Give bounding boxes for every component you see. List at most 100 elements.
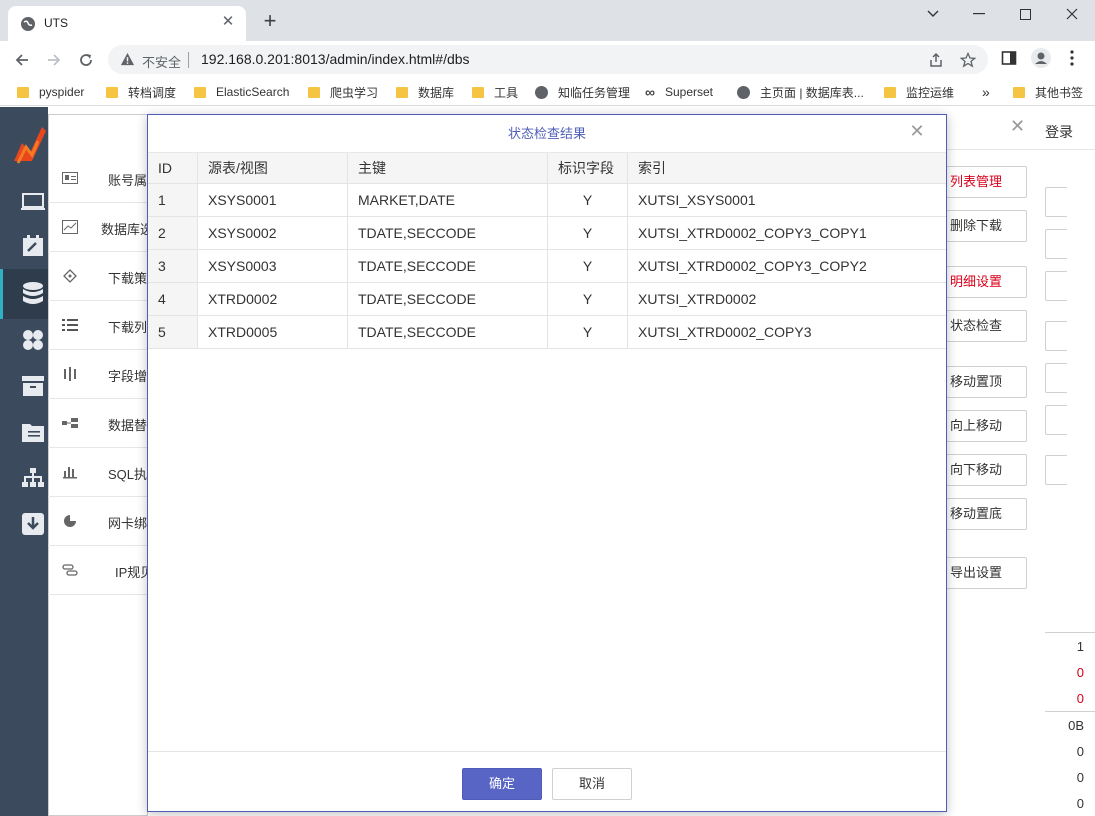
bookmark-task-management[interactable]: 知临任务管理: [535, 83, 630, 101]
tab-search-chevron-icon[interactable]: [910, 0, 956, 28]
bookmark-transfer-scheduling[interactable]: 转档调度: [106, 83, 176, 101]
move-up-button[interactable]: 向上移动: [943, 410, 1027, 442]
maximize-icon[interactable]: [1002, 0, 1048, 28]
bookmark-superset[interactable]: ∞ Superset: [645, 83, 713, 101]
list-icon: [62, 317, 78, 333]
database-icon[interactable]: [20, 282, 46, 305]
browser-tab[interactable]: UTS ✕: [8, 6, 246, 41]
bookmark-elasticsearch[interactable]: ElasticSearch: [194, 83, 289, 101]
more-bookmarks-chevron-icon[interactable]: »: [982, 83, 990, 101]
move-bottom-button[interactable]: 移动置底: [943, 498, 1027, 530]
bookmarks-bar: pyspider 转档调度 ElasticSearch 爬虫学习 数据库 工具 …: [0, 78, 1095, 106]
close-window-icon[interactable]: [1049, 0, 1095, 28]
infinity-icon: ∞: [645, 84, 655, 100]
grid-flower-icon[interactable]: [20, 329, 46, 351]
filter-input-2[interactable]: [1045, 229, 1067, 259]
menu-item-download-list[interactable]: 下载列: [48, 301, 148, 350]
menu-item-account[interactable]: 账号属: [48, 154, 148, 203]
bookmark-tools[interactable]: 工具: [472, 83, 518, 101]
menu-item-field-add[interactable]: 字段增: [48, 350, 148, 399]
menu-item-ip-rules[interactable]: IP规贝: [48, 546, 148, 595]
monitor-icon[interactable]: [20, 191, 46, 213]
cell-source: XSYS0002: [198, 217, 348, 249]
move-top-button[interactable]: 移动置顶: [943, 366, 1027, 398]
bookmark-database[interactable]: 数据库: [396, 83, 454, 101]
dialog-close-icon[interactable]: ✕: [908, 122, 926, 140]
column-header-index[interactable]: 索引: [628, 153, 946, 183]
filter-input-5[interactable]: [1045, 363, 1067, 393]
bookmark-db-tables-home[interactable]: 主页面 | 数据库表...: [737, 83, 864, 101]
archive-icon[interactable]: [20, 375, 46, 397]
swap-icon: [62, 415, 78, 431]
download-box-icon[interactable]: [20, 513, 46, 535]
table-row[interactable]: 5 XTRD0005 TDATE,SECCODE Y XUTSI_XTRD000…: [148, 316, 946, 349]
cell-flag: Y: [548, 184, 628, 216]
org-chart-icon[interactable]: [20, 467, 46, 489]
warning-icon[interactable]: [120, 52, 135, 67]
cell-source: XSYS0001: [198, 184, 348, 216]
cell-key: TDATE,SECCODE: [348, 316, 548, 348]
cell-flag: Y: [548, 316, 628, 348]
cell-key: TDATE,SECCODE: [348, 217, 548, 249]
back-arrow-icon[interactable]: [9, 47, 35, 73]
menu-item-database[interactable]: 数据库选: [48, 203, 148, 252]
new-tab-icon[interactable]: +: [258, 10, 282, 34]
menu-item-nic-binding[interactable]: 网卡绑: [48, 497, 148, 546]
profile-avatar-icon[interactable]: [1029, 46, 1053, 70]
url-text[interactable]: 192.168.0.201:8013/admin/index.html#/dbs: [201, 51, 470, 67]
side-panel-icon[interactable]: [997, 46, 1021, 70]
status-check-button[interactable]: 状态检查: [943, 310, 1027, 342]
move-down-button[interactable]: 向下移动: [943, 454, 1027, 486]
bookmark-other[interactable]: 其他书签: [1013, 83, 1083, 101]
delete-download-button[interactable]: 删除下载: [943, 210, 1027, 242]
list-manage-button[interactable]: 列表管理: [943, 166, 1027, 198]
column-header-key[interactable]: 主键: [348, 153, 548, 183]
menu-item-data-replace[interactable]: 数据替: [48, 399, 148, 448]
not-secure-label[interactable]: 不安全: [142, 52, 181, 71]
panel-close-icon[interactable]: ✕: [1010, 117, 1026, 135]
filter-input-1[interactable]: [1045, 187, 1067, 217]
confirm-button[interactable]: 确定: [462, 768, 542, 800]
stat-value: 0: [1076, 665, 1084, 680]
folder-list-icon[interactable]: [20, 421, 46, 443]
filter-input-4[interactable]: [1045, 321, 1067, 351]
bookmark-monitoring[interactable]: 监控运维: [884, 83, 954, 101]
bookmark-star-icon[interactable]: [958, 50, 978, 70]
status-check-dialog: 状态检查结果 ✕ ID 源表/视图 主键 标识字段 索引 1 XSYS0001 …: [147, 114, 947, 812]
menu-item-sql-exec[interactable]: SQL执: [48, 448, 148, 497]
browser-toolbar: 不安全 192.168.0.201:8013/admin/index.html#…: [0, 41, 1095, 78]
bookmark-crawler-learning[interactable]: 爬虫学习: [308, 83, 378, 101]
export-settings-button[interactable]: 导出设置: [943, 557, 1027, 589]
bookmark-pyspider[interactable]: pyspider: [17, 83, 84, 101]
menu-item-download-strategy[interactable]: 下载策: [48, 252, 148, 301]
bar-chart-icon: [62, 464, 78, 480]
tab-close-icon[interactable]: ✕: [218, 12, 238, 32]
table-row[interactable]: 4 XTRD0002 TDATE,SECCODE Y XUTSI_XTRD000…: [148, 283, 946, 316]
cell-key: TDATE,SECCODE: [348, 250, 548, 282]
filter-input-6[interactable]: [1045, 405, 1067, 435]
browser-menu-icon[interactable]: [1060, 46, 1084, 70]
address-bar[interactable]: 不安全 192.168.0.201:8013/admin/index.html#…: [108, 45, 988, 74]
filter-input-3[interactable]: [1045, 271, 1067, 301]
table-row[interactable]: 1 XSYS0001 MARKET,DATE Y XUTSI_XSYS0001: [148, 184, 946, 217]
forward-arrow-icon[interactable]: [41, 47, 67, 73]
calendar-tools-icon[interactable]: [20, 235, 46, 257]
cancel-button[interactable]: 取消: [552, 768, 632, 800]
folder-icon: [396, 86, 408, 98]
table-row[interactable]: 3 XSYS0003 TDATE,SECCODE Y XUTSI_XTRD000…: [148, 250, 946, 283]
stats-divider: [1045, 632, 1095, 633]
share-icon[interactable]: [926, 50, 946, 70]
cell-id: 4: [148, 283, 198, 315]
table-row[interactable]: 2 XSYS0002 TDATE,SECCODE Y XUTSI_XTRD000…: [148, 217, 946, 250]
detail-settings-button[interactable]: 明细设置: [943, 266, 1027, 298]
stat-value: 0B: [1068, 718, 1084, 733]
reload-icon[interactable]: [73, 47, 99, 73]
column-header-source[interactable]: 源表/视图: [198, 153, 348, 183]
login-link[interactable]: 登录: [1045, 122, 1073, 142]
filter-input-7[interactable]: [1045, 455, 1067, 485]
column-header-id[interactable]: ID: [148, 153, 198, 183]
cell-key: TDATE,SECCODE: [348, 283, 548, 315]
minimize-icon[interactable]: [956, 0, 1002, 28]
column-header-flag[interactable]: 标识字段: [548, 153, 628, 183]
globe-icon: [535, 85, 548, 99]
